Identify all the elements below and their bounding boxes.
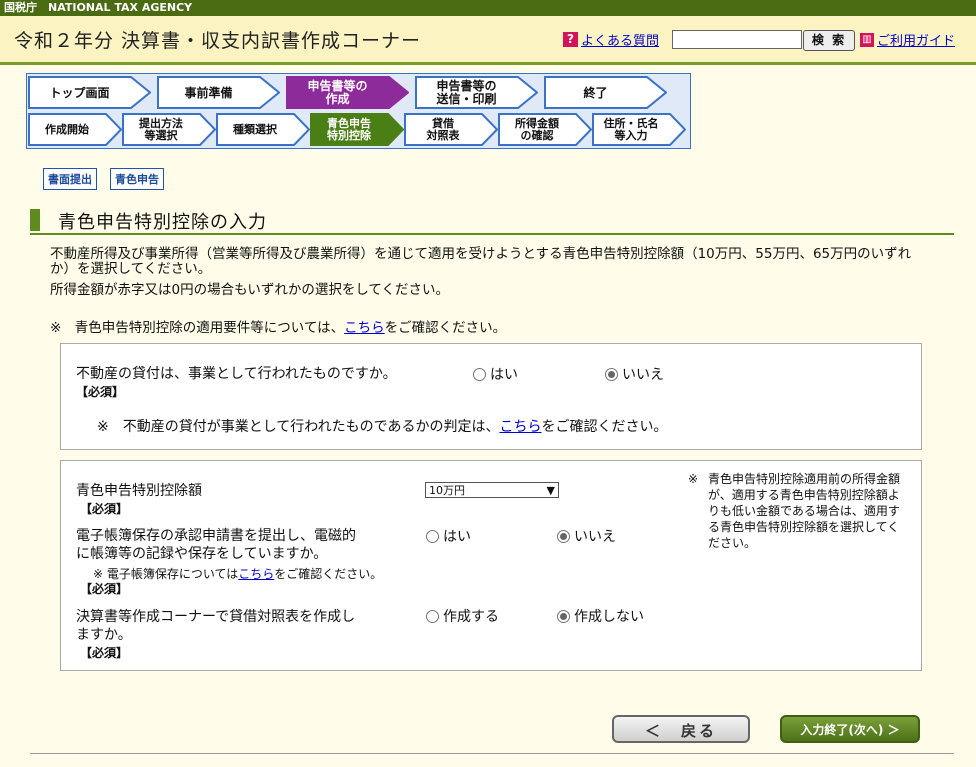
q4-option-create[interactable]: 作成する: [426, 606, 499, 626]
faq-link[interactable]: ? よくある質問: [563, 30, 659, 49]
q3-option-yes-label: はい: [443, 529, 471, 545]
radio-icon[interactable]: [557, 609, 570, 623]
q1-option-no-label: いいえ: [622, 367, 664, 383]
sub-step-2: 提出方法 等選択: [122, 113, 216, 146]
q4-required: 【必須】: [80, 646, 129, 660]
q1-option-yes-label: はい: [490, 367, 518, 383]
radio-icon[interactable]: [473, 367, 486, 381]
q1-note-link[interactable]: こちら: [499, 419, 541, 435]
q3-option-yes[interactable]: はい: [426, 526, 471, 546]
intro-line-2: 所得金額が赤字又は0円の場合もいずれかの選択をしてください。: [50, 282, 450, 298]
requirement-note-prefix: ※ 青色申告特別控除の適用要件等については、: [50, 320, 345, 336]
q1-required: 【必須】: [76, 385, 125, 399]
q3-note-suffix: をご確認ください。: [274, 567, 383, 581]
search-button[interactable]: 検 索: [803, 30, 855, 51]
deduction-side-note: ※ 青色申告特別控除適用前の所得金額が、適用する青色申告特別控除額よりも低い金額…: [688, 471, 910, 551]
radio-icon[interactable]: [557, 529, 570, 543]
q1-option-yes[interactable]: はい: [473, 364, 518, 384]
header: 令和２年分 決算書・収支内訳書作成コーナー ? よくある質問 検 索 ▥ ご利用…: [0, 16, 976, 65]
q3-note: ※ 電子帳簿保存についてはこちらをご確認ください。: [93, 565, 382, 582]
guide-label[interactable]: ご利用ガイド: [877, 30, 955, 49]
faq-label[interactable]: よくある質問: [581, 30, 659, 49]
main-step-2-label: 事前準備: [184, 85, 233, 100]
q1-option-no[interactable]: いいえ: [605, 364, 664, 384]
next-button[interactable]: 入力終了(次へ) ＞: [780, 715, 920, 743]
sub-step-1-label: 作成開始: [45, 123, 89, 136]
tag-blue-return: 青色申告: [110, 168, 164, 190]
intro-text: 不動産所得及び事業所得（営業等所得及び農業所得）を通じて適用を受けようとする青色…: [50, 247, 930, 304]
main-step-3-label: 申告書等の 作成: [307, 79, 368, 106]
main-step-1: トップ画面: [28, 76, 151, 109]
main-step-3: 申告書等の 作成: [286, 76, 409, 109]
q4-option-not-create[interactable]: 作成しない: [557, 606, 644, 626]
sub-step-5-label: 貸借 対照表: [426, 117, 460, 142]
mode-tags: 書面提出 青色申告: [43, 168, 164, 190]
q2-label: 青色申告特別控除額: [76, 483, 202, 499]
requirement-link[interactable]: こちら: [344, 320, 385, 336]
sub-step-6-label: 所得金額 の確認: [515, 117, 559, 142]
q1-question: 不動産の貸付は、事業として行われたものですか。: [76, 366, 397, 382]
radio-icon[interactable]: [426, 529, 439, 543]
sub-step-4: 青色申告 特別控除: [310, 113, 404, 146]
radio-icon[interactable]: [426, 609, 439, 623]
requirement-note-suffix: をご確認ください。: [384, 320, 507, 336]
main-step-4: 申告書等の 送信・印刷: [415, 76, 538, 109]
main-step-1-label: トップ画面: [49, 85, 110, 100]
q1-note-prefix: ※ 不動産の貸付が事業として行われたものであるかの判定は、: [97, 419, 500, 435]
q4-option-create-label: 作成する: [443, 609, 499, 625]
sub-step-5: 貸借 対照表: [404, 113, 498, 146]
q4-question-line-2: ますか。: [76, 627, 132, 643]
q3-question-line-1: 電子帳簿保存の承認申請書を提出し、電磁的: [76, 528, 356, 544]
q3-note-link[interactable]: こちら: [238, 567, 274, 581]
q3-note-prefix: ※ 電子帳簿保存については: [93, 567, 239, 581]
book-icon: ▥: [860, 32, 874, 47]
deduction-amount-select[interactable]: 10万円 ▼: [425, 482, 559, 498]
main-step-5: 終了: [544, 76, 667, 109]
section-header: 青色申告特別控除の入力: [30, 207, 954, 235]
intro-line-1: 不動産所得及び事業所得（営業等所得及び農業所得）を通じて適用を受けようとする青色…: [50, 246, 912, 277]
guide-link[interactable]: ▥ ご利用ガイド: [860, 30, 955, 49]
back-button[interactable]: ＜ 戻る: [612, 715, 750, 743]
deduction-amount-value: 10万円: [429, 484, 465, 497]
q3-question-line-2: に帳簿等の記録や保存をしていますか。: [76, 546, 328, 562]
sub-step-1: 作成開始: [28, 113, 122, 146]
main-step-5-label: 終了: [583, 85, 608, 100]
main-step-4-label: 申告書等の 送信・印刷: [436, 79, 497, 106]
sub-step-3: 種類選択: [216, 113, 310, 146]
requirement-note: ※ 青色申告特別控除の適用要件等については、こちらをご確認ください。: [50, 316, 506, 336]
q4-option-not-create-label: 作成しない: [574, 609, 644, 625]
q4-question-line-1: 決算書等作成コーナーで貸借対照表を作成し: [76, 609, 356, 625]
sub-step-7: 住所・氏名 等入力: [592, 113, 686, 146]
radio-icon[interactable]: [605, 367, 618, 381]
search-input[interactable]: [672, 30, 802, 49]
q1-note-suffix: をご確認ください。: [541, 419, 668, 435]
q3-option-no-label: いいえ: [574, 529, 616, 545]
agency-name: 国税庁 NATIONAL TAX AGENCY: [4, 1, 193, 14]
step-navigation: トップ画面 事前準備 申告書等の 作成 申告書等の 送信・印刷 終了作成開始 提出方法 等…: [26, 73, 691, 149]
sub-step-2-label: 提出方法 等選択: [139, 117, 183, 142]
question-icon: ?: [563, 32, 578, 47]
q3-required: 【必須】: [80, 582, 129, 596]
main-step-2: 事前準備: [157, 76, 280, 109]
sub-step-3-label: 種類選択: [233, 123, 277, 136]
section-title: 青色申告特別控除の入力: [58, 212, 267, 233]
q2-required: 【必須】: [80, 502, 129, 516]
side-note-text: 青色申告特別控除適用前の所得金額が、適用する青色申告特別控除額よりも低い金額であ…: [708, 472, 901, 550]
sub-step-6: 所得金額 の確認: [498, 113, 592, 146]
section-marker: [30, 209, 40, 231]
q3-option-no[interactable]: いいえ: [557, 526, 616, 546]
agency-bar: 国税庁 NATIONAL TAX AGENCY: [0, 0, 976, 16]
sub-step-4-label: 青色申告 特別控除: [327, 117, 371, 142]
footer-divider: [30, 753, 954, 754]
sub-step-7-label: 住所・氏名 等入力: [603, 117, 659, 142]
tag-paper-submission: 書面提出: [43, 168, 97, 190]
q1-note: ※ 不動産の貸付が事業として行われたものであるかの判定は、こちらをご確認ください…: [97, 416, 667, 436]
chevron-down-icon: ▼: [546, 484, 555, 497]
side-note-mark: ※: [688, 472, 699, 486]
page-title: 令和２年分 決算書・収支内訳書作成コーナー: [14, 30, 422, 52]
